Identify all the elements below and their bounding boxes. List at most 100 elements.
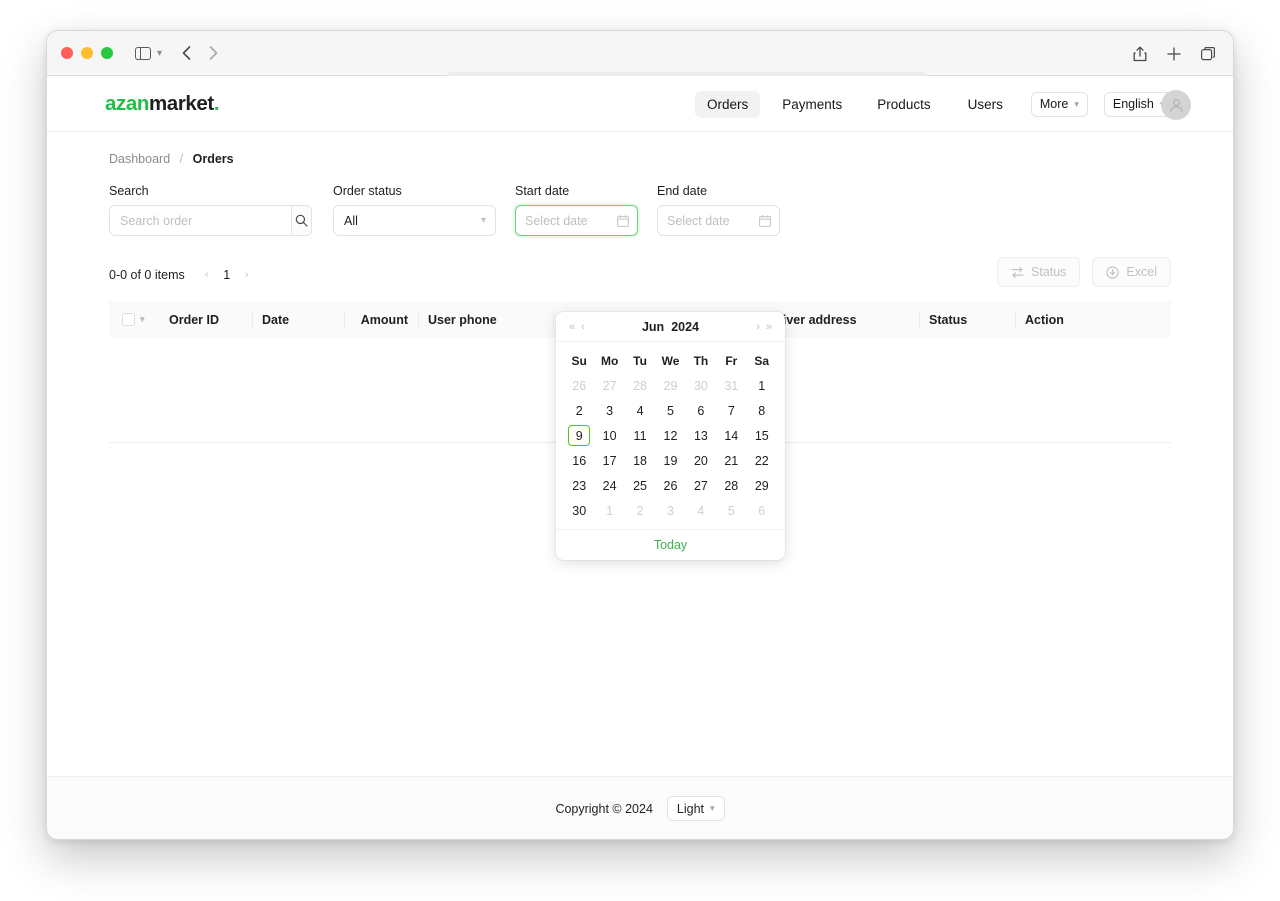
column-amount[interactable]: Amount bbox=[344, 301, 418, 338]
start-date-input[interactable]: Select date bbox=[515, 205, 638, 236]
pagination: ‹ 1 › bbox=[197, 265, 257, 285]
share-icon[interactable] bbox=[1133, 46, 1147, 62]
calendar-day-cell[interactable]: 26 bbox=[564, 373, 594, 398]
forward-arrow-icon[interactable] bbox=[209, 46, 218, 60]
column-status[interactable]: Status bbox=[919, 301, 1015, 338]
calendar-day-cell[interactable]: 26 bbox=[655, 473, 685, 498]
close-window-button[interactable] bbox=[61, 47, 73, 59]
calendar-day-cell[interactable]: 27 bbox=[686, 473, 716, 498]
calendar-day-cell[interactable]: 2 bbox=[625, 498, 655, 523]
calendar-day-cell[interactable]: 29 bbox=[747, 473, 777, 498]
calendar-day-cell[interactable]: 8 bbox=[747, 398, 777, 423]
calendar-day-cell[interactable]: 9 bbox=[564, 423, 594, 448]
calendar-day-cell[interactable]: 2 bbox=[564, 398, 594, 423]
brand-logo-primary: azan bbox=[105, 92, 149, 115]
calendar-day-cell[interactable]: 13 bbox=[686, 423, 716, 448]
date-picker-month[interactable]: Jun bbox=[642, 320, 664, 334]
calendar-day-cell[interactable]: 24 bbox=[594, 473, 624, 498]
calendar-day-cell[interactable]: 17 bbox=[594, 448, 624, 473]
calendar-day-cell[interactable]: 6 bbox=[747, 498, 777, 523]
avatar[interactable] bbox=[1161, 90, 1191, 120]
calendar-day-cell[interactable]: 16 bbox=[564, 448, 594, 473]
more-menu-button[interactable]: More ▾ bbox=[1031, 92, 1088, 117]
nav-item-payments[interactable]: Payments bbox=[770, 91, 854, 118]
brand-logo[interactable]: azanmarket. bbox=[105, 92, 219, 116]
calendar-day-cell[interactable]: 30 bbox=[564, 498, 594, 523]
breadcrumb-dashboard[interactable]: Dashboard bbox=[109, 152, 170, 166]
calendar-day-cell[interactable]: 1 bbox=[594, 498, 624, 523]
select-all-checkbox[interactable] bbox=[122, 313, 135, 326]
calendar-day-cell[interactable]: 3 bbox=[594, 398, 624, 423]
column-action[interactable]: Action bbox=[1015, 301, 1105, 338]
calendar-day-cell[interactable]: 3 bbox=[655, 498, 685, 523]
calendar-day-cell[interactable]: 29 bbox=[655, 373, 685, 398]
chevron-down-icon[interactable]: ▾ bbox=[157, 48, 162, 59]
calendar-day-cell[interactable]: 6 bbox=[686, 398, 716, 423]
pagination-page-1[interactable]: 1 bbox=[217, 265, 237, 285]
sidebar-icon[interactable] bbox=[135, 47, 151, 60]
calendar-weekday: Mo bbox=[594, 348, 624, 373]
status-bulk-button[interactable]: Status bbox=[997, 257, 1080, 287]
calendar-day-cell[interactable]: 31 bbox=[716, 373, 746, 398]
column-label: Date bbox=[252, 313, 299, 327]
table-toolbar: 0-0 of 0 items ‹ 1 › Status Excel bbox=[109, 263, 1171, 287]
theme-label: Light bbox=[677, 802, 704, 816]
end-date-label: End date bbox=[657, 184, 780, 198]
pagination-prev[interactable]: ‹ bbox=[197, 265, 217, 285]
calendar-day-cell[interactable]: 14 bbox=[716, 423, 746, 448]
calendar-day-cell[interactable]: 18 bbox=[625, 448, 655, 473]
calendar-day-cell[interactable]: 4 bbox=[686, 498, 716, 523]
calendar-day-cell[interactable]: 28 bbox=[716, 473, 746, 498]
search-box bbox=[109, 205, 312, 236]
calendar-day-cell[interactable]: 21 bbox=[716, 448, 746, 473]
brand-logo-secondary: market bbox=[149, 92, 214, 115]
calendar-day-cell[interactable]: 10 bbox=[594, 423, 624, 448]
calendar-day-cell[interactable]: 4 bbox=[625, 398, 655, 423]
next-year-button[interactable]: » bbox=[763, 321, 775, 333]
maximize-window-button[interactable] bbox=[101, 47, 113, 59]
calendar-day-cell[interactable]: 15 bbox=[747, 423, 777, 448]
nav-item-orders[interactable]: Orders bbox=[695, 91, 760, 118]
excel-export-button[interactable]: Excel bbox=[1092, 257, 1171, 287]
calendar-day-cell[interactable]: 19 bbox=[655, 448, 685, 473]
plus-icon[interactable] bbox=[1167, 47, 1181, 61]
column-user-phone[interactable]: User phone bbox=[418, 301, 553, 338]
column-order-id[interactable]: ▾ Order ID bbox=[109, 301, 252, 338]
calendar-day-cell[interactable]: 30 bbox=[686, 373, 716, 398]
chevron-down-icon[interactable]: ▾ bbox=[140, 314, 145, 325]
next-month-button[interactable]: › bbox=[753, 321, 763, 333]
minimize-window-button[interactable] bbox=[81, 47, 93, 59]
window-controls bbox=[61, 47, 113, 59]
back-arrow-icon[interactable] bbox=[182, 46, 191, 60]
nav-item-users[interactable]: Users bbox=[956, 91, 1015, 118]
calendar-day-cell[interactable]: 7 bbox=[716, 398, 746, 423]
end-date-input[interactable]: Select date bbox=[657, 205, 780, 236]
theme-selector[interactable]: Light ▾ bbox=[667, 796, 725, 821]
date-picker-year[interactable]: 2024 bbox=[671, 320, 699, 334]
prev-month-button[interactable]: ‹ bbox=[578, 321, 588, 333]
order-status-select[interactable]: All ▾ bbox=[333, 205, 496, 236]
chevron-down-icon: ▾ bbox=[1074, 99, 1079, 110]
pagination-next[interactable]: › bbox=[237, 265, 257, 285]
calendar-day-cell[interactable]: 25 bbox=[625, 473, 655, 498]
breadcrumb-separator: / bbox=[180, 152, 183, 166]
items-count: 0-0 of 0 items bbox=[109, 268, 185, 282]
column-label: Status bbox=[919, 313, 977, 327]
calendar-day-cell[interactable]: 27 bbox=[594, 373, 624, 398]
calendar-day-cell[interactable]: 11 bbox=[625, 423, 655, 448]
calendar-day-cell[interactable]: 12 bbox=[655, 423, 685, 448]
calendar-day-cell[interactable]: 28 bbox=[625, 373, 655, 398]
calendar-day-cell[interactable]: 5 bbox=[716, 498, 746, 523]
calendar-day-cell[interactable]: 5 bbox=[655, 398, 685, 423]
column-date[interactable]: Date bbox=[252, 301, 344, 338]
calendar-day-cell[interactable]: 1 bbox=[747, 373, 777, 398]
calendar-day-cell[interactable]: 23 bbox=[564, 473, 594, 498]
prev-year-button[interactable]: « bbox=[566, 321, 578, 333]
calendar-day-cell[interactable]: 22 bbox=[747, 448, 777, 473]
nav-item-products[interactable]: Products bbox=[865, 91, 942, 118]
today-link[interactable]: Today bbox=[654, 538, 687, 552]
tab-overview-icon[interactable] bbox=[1201, 47, 1216, 61]
calendar-day-cell[interactable]: 20 bbox=[686, 448, 716, 473]
search-input[interactable] bbox=[110, 206, 291, 235]
search-button[interactable] bbox=[291, 206, 311, 235]
